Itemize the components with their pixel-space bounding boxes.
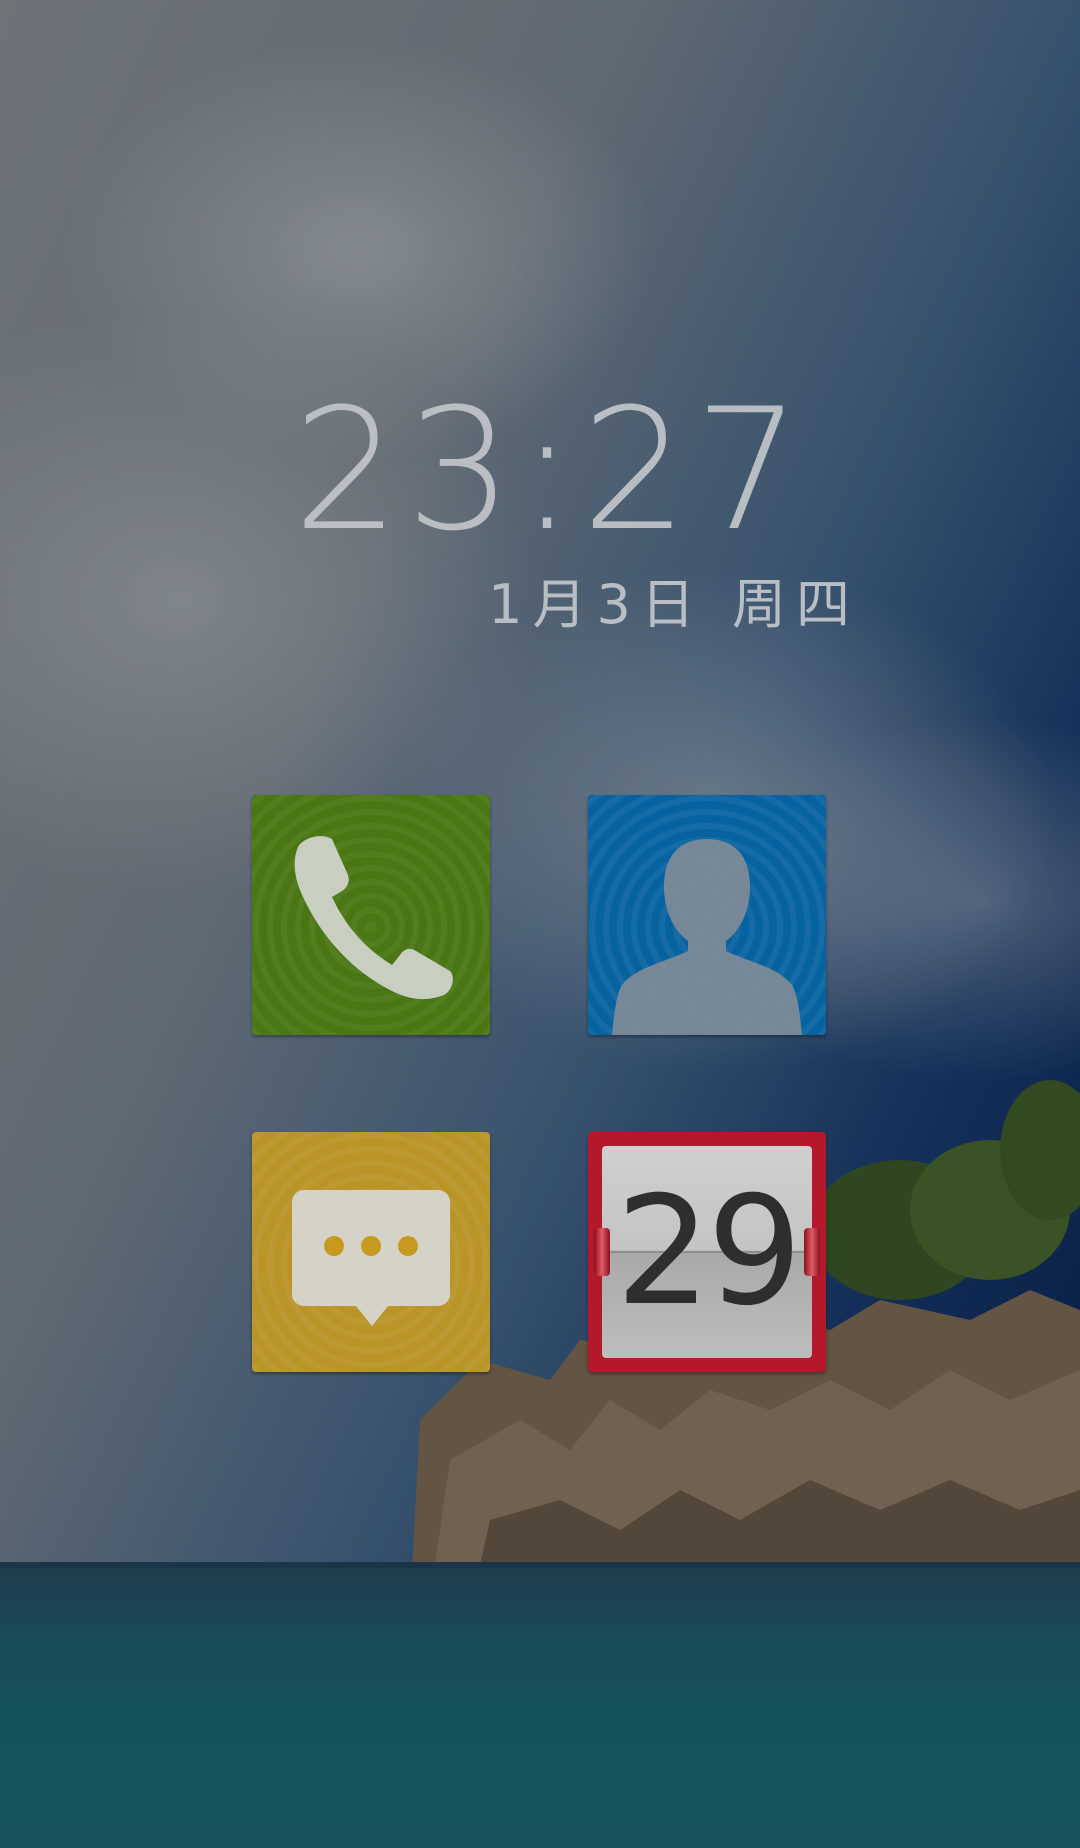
clock-date: 1月3日 周四 (488, 573, 860, 636)
calendar-day: 29 (615, 1165, 803, 1339)
calendar-shortcut[interactable]: 29 (588, 1132, 826, 1372)
calendar-hinge-left (594, 1228, 610, 1276)
contacts-shortcut[interactable] (588, 795, 826, 1035)
clock-time: 23:27 (292, 372, 808, 568)
phone-shortcut[interactable] (252, 795, 490, 1035)
calendar-hinge-right (804, 1228, 820, 1276)
messages-shortcut[interactable] (252, 1132, 490, 1372)
phone-icon (294, 836, 453, 1000)
message-icon (292, 1190, 450, 1326)
lock-screen: 23:27 1月3日 周四 29 (0, 0, 1080, 1848)
wallpaper (0, 0, 1080, 1848)
wallpaper-dim-overlay (0, 0, 1080, 1848)
contact-icon (612, 839, 802, 1035)
